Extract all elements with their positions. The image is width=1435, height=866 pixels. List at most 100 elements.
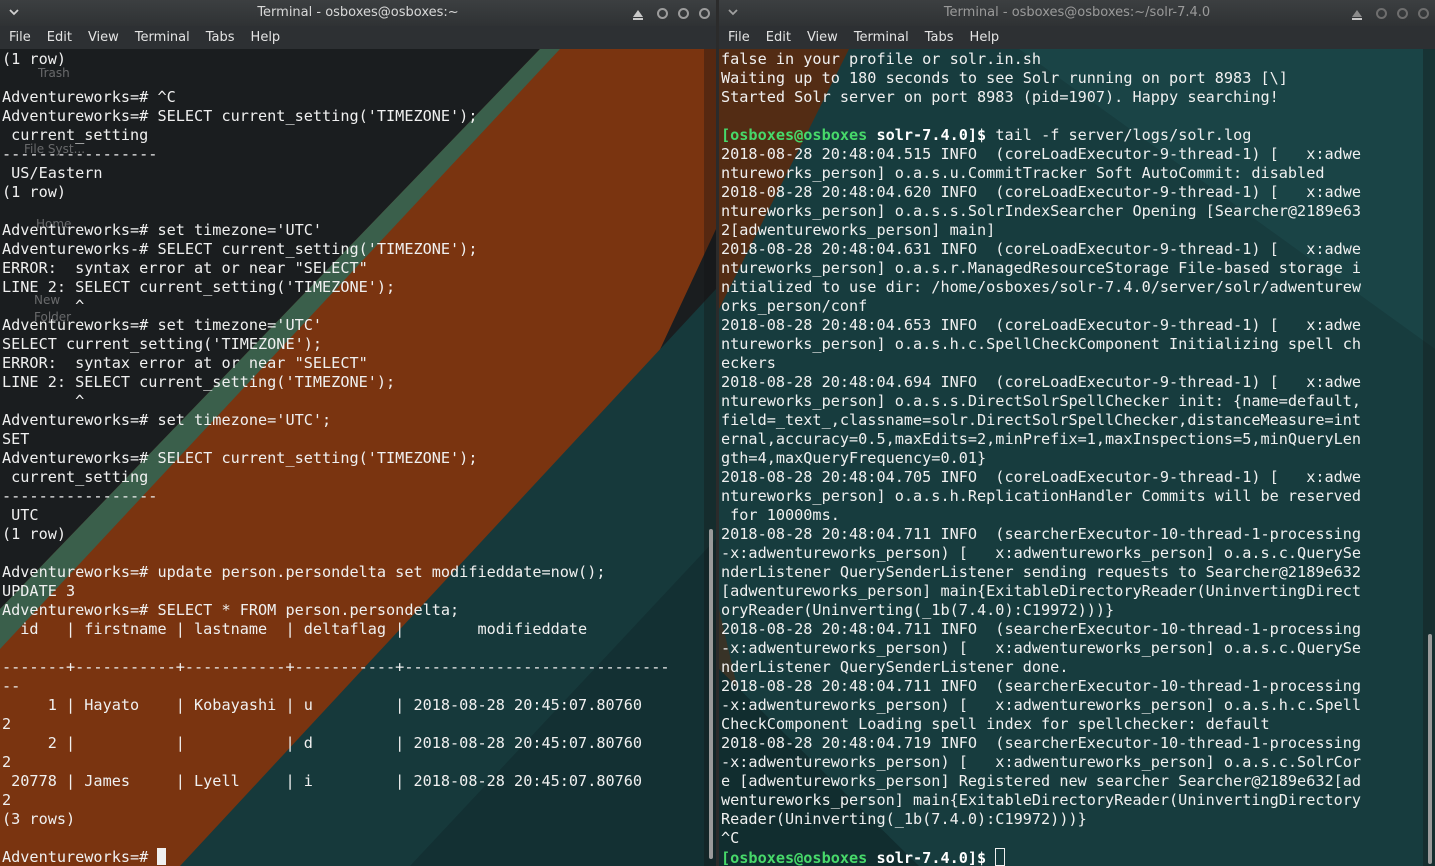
- shade-icon[interactable]: [633, 9, 643, 20]
- terminal-line: 2: [2, 753, 12, 771]
- terminal-line: ERROR: syntax error at or near "SELECT": [2, 259, 368, 277]
- minimize-button[interactable]: [1376, 7, 1387, 19]
- menu-view[interactable]: View: [88, 30, 119, 45]
- close-button[interactable]: [1418, 7, 1429, 19]
- log-line: 2018-08-28 20:48:04.711 INFO (searcherEx…: [721, 677, 1362, 695]
- terminal-line: current_setting: [2, 126, 149, 144]
- menu-terminal[interactable]: Terminal: [854, 30, 909, 45]
- log-line: gth=4,maxQueryFrequency=0.01}: [721, 449, 987, 467]
- terminal-line: Adventureworks=# set timezone='UTC': [2, 316, 323, 334]
- terminal-line: -----------------: [2, 487, 158, 505]
- log-line: ntureworks_person] o.a.s.u.CommitTracker…: [721, 164, 1325, 182]
- terminal-line: 1 | Hayato | Kobayashi | u | 2018-08-28 …: [2, 696, 643, 714]
- menu-edit[interactable]: Edit: [766, 30, 791, 45]
- terminal-line: Adventureworks=# update person.persondel…: [2, 563, 606, 581]
- log-line: nderListener QuerySenderListener sending…: [721, 563, 1362, 581]
- scrollbar[interactable]: [1423, 49, 1435, 866]
- log-line: for 10000ms.: [721, 506, 840, 524]
- menu-file[interactable]: File: [728, 30, 750, 45]
- terminal-line: Started Solr server on port 8983 (pid=19…: [721, 88, 1279, 106]
- command-text: tail -f server/logs/solr.log: [986, 126, 1252, 144]
- terminal-line: Adventureworks=# SELECT current_setting(…: [2, 449, 478, 467]
- window-title: Terminal - osboxes@osboxes:~: [257, 5, 459, 20]
- log-line: ntureworks_person] o.a.s.h.ReplicationHa…: [721, 487, 1362, 505]
- maximize-button[interactable]: [678, 7, 689, 19]
- minimize-button[interactable]: [657, 7, 668, 19]
- log-line: 2018-08-28 20:48:04.653 INFO (coreLoadEx…: [721, 316, 1362, 334]
- terminal-line: LINE 2: SELECT current_setting('TIMEZONE…: [2, 278, 396, 296]
- menu-file[interactable]: File: [9, 30, 31, 45]
- log-line: 2018-08-28 20:48:04.631 INFO (coreLoadEx…: [721, 240, 1362, 258]
- terminal-window-right[interactable]: Terminal - osboxes@osboxes:~/solr-7.4.0 …: [719, 0, 1435, 866]
- menu-help[interactable]: Help: [251, 30, 281, 45]
- terminal-line: 20778 | James | Lyell | i | 2018-08-28 2…: [2, 772, 643, 790]
- log-line: nitialized to use dir: /home/osboxes/sol…: [721, 278, 1362, 296]
- shade-icon[interactable]: [1352, 9, 1362, 20]
- title-bar[interactable]: Terminal - osboxes@osboxes:~/solr-7.4.0: [719, 0, 1435, 26]
- log-line: CheckComponent Loading spell index for s…: [721, 715, 1270, 733]
- terminal-line: SET: [2, 430, 30, 448]
- log-line: -x:adwentureworks_person) [ x:adwenturew…: [721, 639, 1362, 657]
- terminal-line: (1 row): [2, 525, 67, 543]
- terminal-line: -------+-----------+-----------+--------…: [2, 658, 670, 676]
- cursor: [995, 848, 1006, 866]
- terminal-area[interactable]: Trash File Syst... Home New Folder (1 ro…: [0, 49, 716, 866]
- terminal-line: (3 rows): [2, 810, 76, 828]
- log-line: oryReader(Uninverting(_1b(7.4.0):C19972)…: [721, 601, 1115, 619]
- terminal-line: current_setting: [2, 468, 149, 486]
- terminal-line: LINE 2: SELECT current_setting('TIMEZONE…: [2, 373, 396, 391]
- log-line: ernal,accuracy=0.5,maxEdits=2,minPrefix=…: [721, 430, 1362, 448]
- terminal-area[interactable]: false in your profile or solr.in.sh Waiti…: [719, 49, 1435, 866]
- scrollbar-thumb[interactable]: [709, 529, 713, 859]
- terminal-line: US/Eastern: [2, 164, 103, 182]
- terminal-line: id | firstname | lastname | deltaflag | …: [2, 620, 588, 638]
- window-title: Terminal - osboxes@osboxes:~/solr-7.4.0: [943, 5, 1211, 20]
- log-line: 2018-08-28 20:48:04.620 INFO (coreLoadEx…: [721, 183, 1362, 201]
- log-line: ntureworks_person] o.a.s.s.SolrIndexSear…: [721, 202, 1362, 220]
- terminal-line: Adventureworks-# SELECT current_setting(…: [2, 240, 478, 258]
- log-line: ^C: [721, 829, 740, 847]
- menu-terminal[interactable]: Terminal: [135, 30, 190, 45]
- prompt-user: [osboxes@osboxes: [721, 849, 868, 866]
- log-line: 2[adwentureworks_person] main]: [721, 221, 996, 239]
- maximize-button[interactable]: [1397, 7, 1408, 19]
- log-line: [adwentureworks_person] main{ExitableDir…: [721, 582, 1362, 600]
- terminal-line: Adventureworks=# set timezone='UTC': [2, 221, 323, 239]
- terminal-line: false in your profile or solr.in.sh: [721, 50, 1042, 68]
- log-line: -x:adwentureworks_person) [ x:adwenturew…: [721, 753, 1362, 771]
- scrollbar-thumb[interactable]: [1428, 634, 1432, 864]
- terminal-output: (1 row) Adventureworks=# ^C Adventureworks…: [2, 50, 702, 866]
- log-line: nderListener QuerySenderListener done.: [721, 658, 1069, 676]
- terminal-line: UTC: [2, 506, 39, 524]
- title-bar[interactable]: Terminal - osboxes@osboxes:~: [0, 0, 716, 26]
- prompt-dir: solr-7.4.0]$: [876, 126, 987, 144]
- terminal-line: ^: [2, 297, 85, 315]
- scrollbar[interactable]: [704, 49, 716, 866]
- terminal-line: 2: [2, 791, 12, 809]
- log-line: eckers: [721, 354, 776, 372]
- menu-edit[interactable]: Edit: [47, 30, 72, 45]
- log-line: 2018-08-28 20:48:04.694 INFO (coreLoadEx…: [721, 373, 1362, 391]
- terminal-line: (1 row): [2, 183, 67, 201]
- terminal-line: 2: [2, 715, 12, 733]
- terminal-line: --: [2, 677, 21, 695]
- terminal-line: Adventureworks=# set timezone='UTC';: [2, 411, 332, 429]
- log-line: 2018-08-28 20:48:04.515 INFO (coreLoadEx…: [721, 145, 1362, 163]
- menu-tabs[interactable]: Tabs: [206, 30, 235, 45]
- log-line: wentureworks_person] main{ExitableDirect…: [721, 791, 1362, 809]
- prompt-line: Adventureworks=#: [2, 848, 702, 866]
- terminal-line: UPDATE 3: [2, 582, 76, 600]
- log-line: 2018-08-28 20:48:04.711 INFO (searcherEx…: [721, 620, 1362, 638]
- terminal-output: false in your profile or solr.in.sh Waiti…: [721, 50, 1421, 866]
- menu-view[interactable]: View: [807, 30, 838, 45]
- terminal-line: Adventureworks=# SELECT * FROM person.pe…: [2, 601, 460, 619]
- close-button[interactable]: [699, 7, 710, 19]
- menu-tabs[interactable]: Tabs: [925, 30, 954, 45]
- terminal-window-left[interactable]: Terminal - osboxes@osboxes:~ File Edit V…: [0, 0, 716, 866]
- menu-help[interactable]: Help: [970, 30, 1000, 45]
